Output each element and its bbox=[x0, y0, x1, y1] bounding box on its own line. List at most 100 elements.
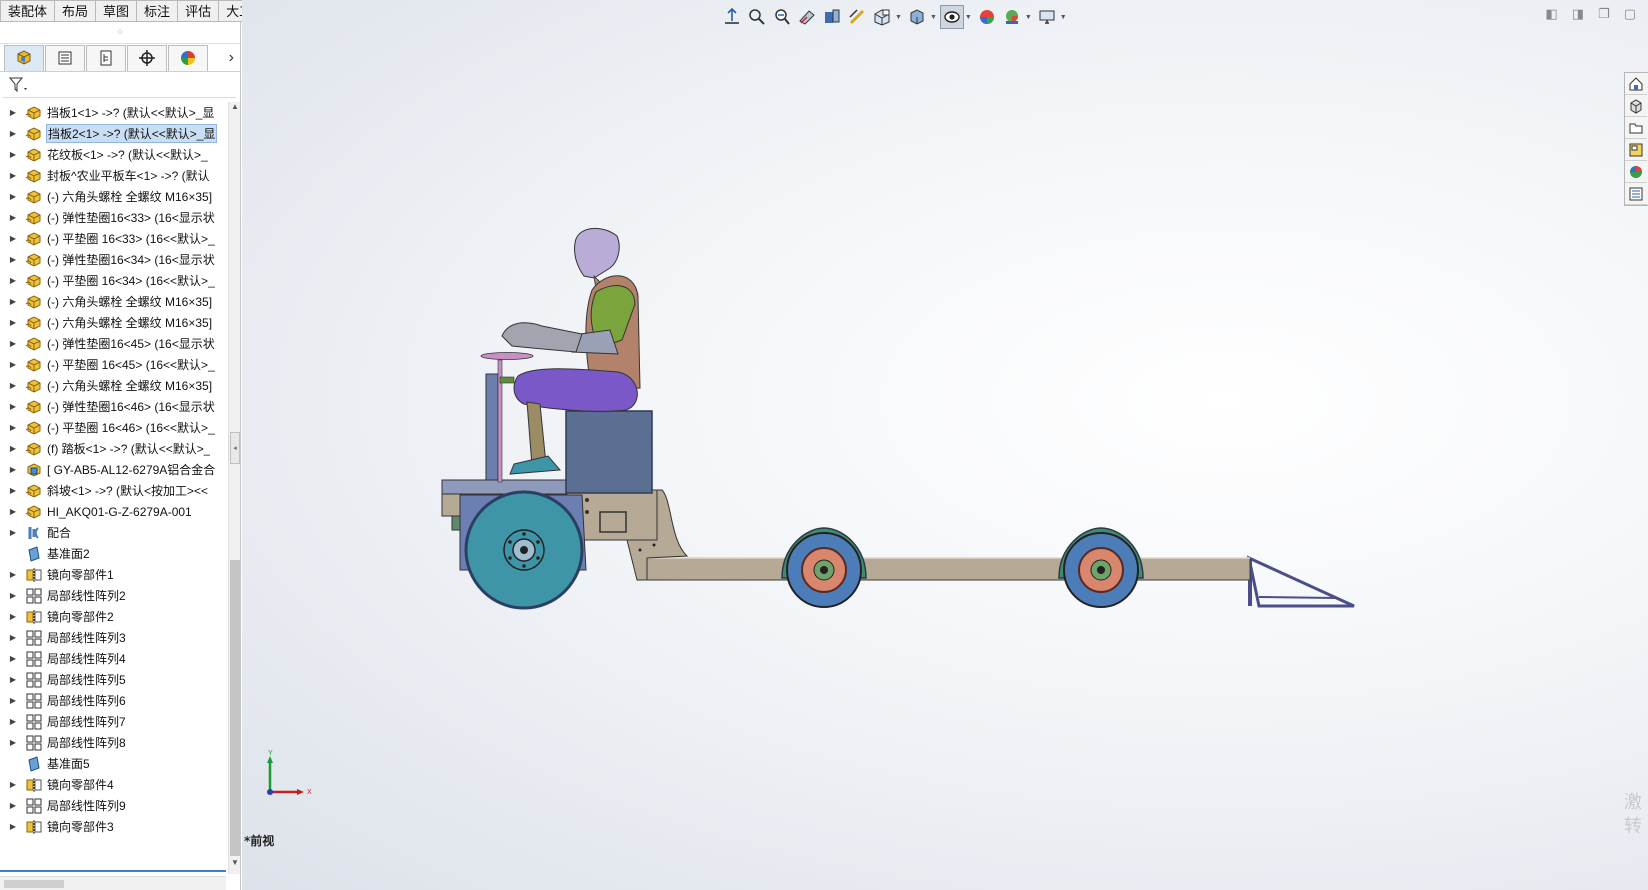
tree-item[interactable]: ▶ 局部线性阵列9 bbox=[0, 795, 226, 816]
tree-filter[interactable] bbox=[2, 72, 236, 98]
expand-arrow-icon[interactable]: ▶ bbox=[6, 696, 20, 705]
expand-arrow-icon[interactable]: ▶ bbox=[6, 654, 20, 663]
tree-item[interactable]: ▶ 局部线性阵列6 bbox=[0, 690, 226, 711]
tree-item[interactable]: 基准面2 bbox=[0, 543, 226, 564]
tree-item[interactable]: ▶ (-) 弹性垫圈16<46> (16<显示状 bbox=[0, 396, 226, 417]
part-icon bbox=[24, 188, 44, 206]
horizontal-scroll-thumb[interactable] bbox=[4, 880, 64, 888]
tree-scrollbar[interactable]: ▲ ▼ bbox=[228, 102, 240, 874]
expand-arrow-icon[interactable]: ▶ bbox=[6, 402, 20, 411]
expand-arrow-icon[interactable]: ▶ bbox=[6, 780, 20, 789]
expand-arrow-icon[interactable]: ▶ bbox=[6, 129, 20, 138]
tab-3[interactable]: 标注 bbox=[137, 0, 179, 22]
graphics-area[interactable]: ▼ ▼ ▼ ▼ ▼ ◧ ◨ ❐ ▢ Y X *前视 激 转 bbox=[242, 0, 1648, 890]
tree-item[interactable]: ▶ 斜坡<1> ->? (默认<按加工><< bbox=[0, 480, 226, 501]
tree-item[interactable]: ▶ (-) 六角头螺栓 全螺纹 M16×35] bbox=[0, 375, 226, 396]
rear-wheel-2[interactable] bbox=[1058, 527, 1144, 608]
tree-item[interactable]: ▶ 局部线性阵列7 bbox=[0, 711, 226, 732]
tab-4[interactable]: 评估 bbox=[178, 0, 220, 22]
tree-item[interactable]: ▶ (-) 平垫圈 16<33> (16<<默认>_ bbox=[0, 228, 226, 249]
expand-arrow-icon[interactable]: ▶ bbox=[6, 360, 20, 369]
expand-arrow-icon[interactable]: ▶ bbox=[6, 738, 20, 747]
tree-item[interactable]: ▶ 镜向零部件3 bbox=[0, 816, 226, 837]
part-icon bbox=[24, 209, 44, 227]
tree-item[interactable]: ▶ (-) 弹性垫圈16<34> (16<显示状 bbox=[0, 249, 226, 270]
expand-arrow-icon[interactable]: ▶ bbox=[6, 822, 20, 831]
expand-arrow-icon[interactable]: ▶ bbox=[6, 675, 20, 684]
tree-item[interactable]: ▶ (f) 踏板<1> ->? (默认<<默认>_ bbox=[0, 438, 226, 459]
rear-wheel-1[interactable] bbox=[781, 527, 867, 608]
tree-item[interactable]: ▶ (-) 六角头螺栓 全螺纹 M16×35] bbox=[0, 291, 226, 312]
tree-item[interactable]: ▶ 封板^农业平板车<1> ->? (默认 bbox=[0, 165, 226, 186]
tree-item[interactable]: ▶ [ GY-AB5-AL12-6279A铝合金合 bbox=[0, 459, 226, 480]
feature-manager-tab[interactable] bbox=[4, 44, 44, 71]
chassis-beam[interactable] bbox=[571, 489, 1251, 581]
tree-item[interactable]: ▶ 局部线性阵列4 bbox=[0, 648, 226, 669]
tree-item[interactable]: ▶ 花纹板<1> ->? (默认<<默认>_ bbox=[0, 144, 226, 165]
tree-item[interactable]: ▶ (-) 平垫圈 16<46> (16<<默认>_ bbox=[0, 417, 226, 438]
dimxpert-tab[interactable] bbox=[127, 44, 167, 71]
expand-arrow-icon[interactable]: ▶ bbox=[6, 570, 20, 579]
panel-expand-arrow[interactable]: › bbox=[229, 49, 234, 67]
tree-item[interactable]: ▶ 挡板2<1> ->? (默认<<默认>_显 bbox=[0, 123, 226, 144]
tree-item[interactable]: ▶ HI_AKQ01-G-Z-6279A-001 bbox=[0, 501, 226, 522]
tab-1[interactable]: 布局 bbox=[55, 0, 97, 22]
expand-arrow-icon[interactable]: ▶ bbox=[6, 801, 20, 810]
expand-arrow-icon[interactable]: ▶ bbox=[6, 276, 20, 285]
tree-item[interactable]: ▶ (-) 弹性垫圈16<45> (16<显示状 bbox=[0, 333, 226, 354]
expand-arrow-icon[interactable]: ▶ bbox=[6, 381, 20, 390]
expand-arrow-icon[interactable]: ▶ bbox=[6, 318, 20, 327]
assembly-model[interactable] bbox=[242, 0, 1648, 890]
expand-arrow-icon[interactable]: ▶ bbox=[6, 297, 20, 306]
expand-arrow-icon[interactable]: ▶ bbox=[6, 255, 20, 264]
tree-item[interactable]: ▶ 局部线性阵列5 bbox=[0, 669, 226, 690]
tree-item[interactable]: ▶ 局部线性阵列2 bbox=[0, 585, 226, 606]
expand-arrow-icon[interactable]: ▶ bbox=[6, 465, 20, 474]
scroll-thumb[interactable] bbox=[230, 560, 240, 856]
tree-item[interactable]: ▶ (-) 六角头螺栓 全螺纹 M16×35] bbox=[0, 312, 226, 333]
tree-item[interactable]: ▶ 挡板1<1> ->? (默认<<默认>_显 bbox=[0, 102, 226, 123]
tree-item[interactable]: ▶ (-) 弹性垫圈16<33> (16<显示状 bbox=[0, 207, 226, 228]
plane-icon bbox=[24, 755, 44, 773]
tree-item[interactable]: ▶ 镜向零部件4 bbox=[0, 774, 226, 795]
tree-item-label: 局部线性阵列4 bbox=[47, 652, 126, 666]
tree-item[interactable]: ▶ (-) 平垫圈 16<45> (16<<默认>_ bbox=[0, 354, 226, 375]
reference-triad[interactable]: Y X bbox=[260, 750, 320, 802]
tree-item[interactable]: ▶ 局部线性阵列3 bbox=[0, 627, 226, 648]
tab-2[interactable]: 草图 bbox=[96, 0, 138, 22]
scroll-down-icon[interactable]: ▼ bbox=[229, 858, 241, 872]
expand-arrow-icon[interactable]: ▶ bbox=[6, 234, 20, 243]
expand-arrow-icon[interactable]: ▶ bbox=[6, 171, 20, 180]
expand-arrow-icon[interactable]: ▶ bbox=[6, 192, 20, 201]
configuration-manager-tab[interactable] bbox=[86, 44, 126, 71]
expand-arrow-icon[interactable]: ▶ bbox=[6, 717, 20, 726]
tree-item[interactable]: 基准面5 bbox=[0, 753, 226, 774]
ramp[interactable] bbox=[1246, 555, 1355, 608]
front-wheel[interactable] bbox=[459, 490, 587, 610]
expand-arrow-icon[interactable]: ▶ bbox=[6, 612, 20, 621]
tree-item[interactable]: ▶ 镜向零部件2 bbox=[0, 606, 226, 627]
tree-item[interactable]: ▶ 镜向零部件1 bbox=[0, 564, 226, 585]
tree-item[interactable]: ▶ 配合 bbox=[0, 522, 226, 543]
expand-arrow-icon[interactable]: ▶ bbox=[6, 507, 20, 516]
tree-item[interactable]: ▶ (-) 六角头螺栓 全螺纹 M16×35] bbox=[0, 186, 226, 207]
expand-arrow-icon[interactable]: ▶ bbox=[6, 423, 20, 432]
panel-grip[interactable]: ⁘ bbox=[0, 22, 240, 44]
expand-arrow-icon[interactable]: ▶ bbox=[6, 339, 20, 348]
expand-arrow-icon[interactable]: ▶ bbox=[6, 633, 20, 642]
scroll-up-icon[interactable]: ▲ bbox=[229, 102, 241, 116]
expand-arrow-icon[interactable]: ▶ bbox=[6, 213, 20, 222]
expand-arrow-icon[interactable]: ▶ bbox=[6, 150, 20, 159]
expand-arrow-icon[interactable]: ▶ bbox=[6, 591, 20, 600]
horizontal-scrollbar[interactable] bbox=[0, 876, 226, 890]
panel-collapse-handle[interactable]: ◂ bbox=[230, 432, 240, 464]
expand-arrow-icon[interactable]: ▶ bbox=[6, 528, 20, 537]
tree-item[interactable]: ▶ 局部线性阵列8 bbox=[0, 732, 226, 753]
property-manager-tab[interactable] bbox=[45, 44, 85, 71]
expand-arrow-icon[interactable]: ▶ bbox=[6, 486, 20, 495]
tab-0[interactable]: 装配体 bbox=[0, 0, 56, 22]
expand-arrow-icon[interactable]: ▶ bbox=[6, 108, 20, 117]
tree-item[interactable]: ▶ (-) 平垫圈 16<34> (16<<默认>_ bbox=[0, 270, 226, 291]
display-manager-tab[interactable] bbox=[168, 44, 208, 71]
expand-arrow-icon[interactable]: ▶ bbox=[6, 444, 20, 453]
